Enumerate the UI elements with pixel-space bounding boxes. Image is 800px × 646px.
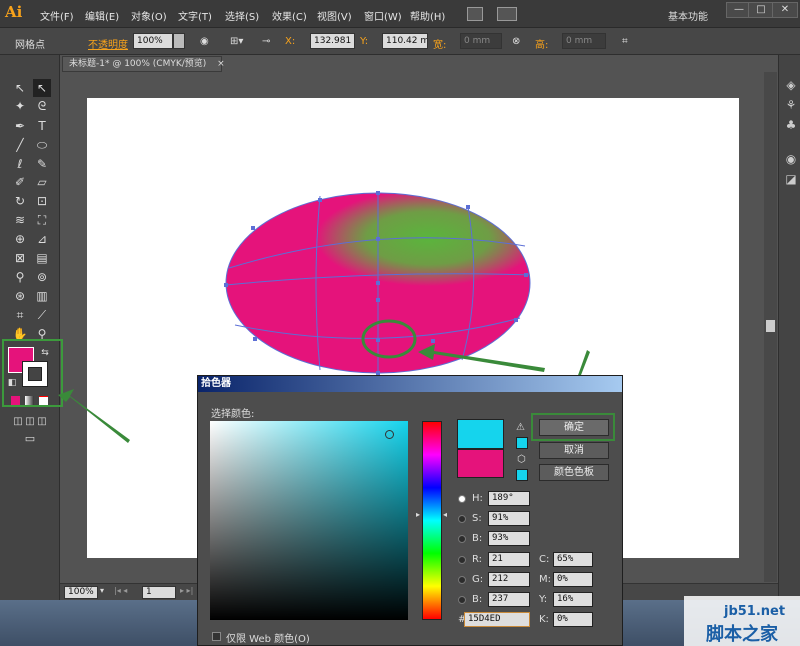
color-swatches-button[interactable]: 颜色色板 (539, 464, 609, 481)
fill-highlight-box (2, 339, 63, 407)
hue-slider[interactable] (422, 421, 442, 620)
old-color-preview[interactable] (457, 449, 504, 478)
gamut-swatch[interactable] (516, 437, 528, 449)
select-color-label: 选择颜色: (211, 409, 255, 420)
cancel-button[interactable]: 取消 (539, 442, 609, 459)
cyan-label: C: (539, 554, 550, 565)
zoom-input[interactable]: 100% (64, 586, 98, 599)
yellow-label: Y: (539, 594, 548, 605)
ok-button[interactable]: 确定 (539, 419, 609, 436)
zoom-dropdown-icon[interactable]: ▾ (100, 586, 104, 595)
new-color-preview (457, 419, 504, 449)
watermark: jb51.net 脚本之家 (684, 596, 800, 646)
color-field-cursor[interactable] (385, 430, 394, 439)
scroll-thumb[interactable] (766, 320, 775, 332)
first-page-icon[interactable]: |◂ ◂ (114, 586, 127, 595)
saturation-radio[interactable] (458, 515, 466, 523)
blue-radio[interactable] (458, 596, 466, 604)
next-page-icon[interactable]: ▸ ▸| (180, 586, 193, 595)
red-label: R: (472, 554, 483, 565)
arrow-to-fill (58, 389, 130, 443)
color-field[interactable] (210, 421, 408, 620)
blue-input[interactable]: 237 (488, 592, 530, 607)
saturation-input[interactable]: 91% (488, 511, 530, 526)
green-label: G: (472, 574, 484, 585)
yellow-input[interactable]: 16% (553, 592, 593, 607)
magenta-label: M: (539, 574, 551, 585)
hue-label: H: (472, 493, 483, 504)
out-of-gamut-warning-icon[interactable]: ⚠ (516, 422, 525, 433)
page-input[interactable]: 1 (142, 586, 176, 599)
dialog-title: 拾色器 (198, 376, 622, 392)
web-only-label: 仅限 Web 颜色(O) (226, 634, 310, 645)
color-picker-dialog: 拾色器 选择颜色: ▸ ◂ ⚠ ⬡ 确定 取消 颜色色板 H: 189° S: … (197, 375, 623, 646)
green-radio[interactable] (458, 576, 466, 584)
hue-slider-right-arrow[interactable]: ◂ (443, 510, 447, 519)
red-input[interactable]: 21 (488, 552, 530, 567)
magenta-input[interactable]: 0% (553, 572, 593, 587)
web-safe-swatch[interactable] (516, 469, 528, 481)
illustrator-window: Ai 文件(F) 编辑(E) 对象(O) 文字(T) 选择(S) 效果(C) 视… (0, 0, 800, 646)
hue-slider-left-arrow[interactable]: ▸ (416, 510, 420, 519)
brightness-input[interactable]: 93% (488, 531, 530, 546)
watermark-name: 脚本之家 (706, 624, 778, 645)
saturation-label: S: (472, 513, 482, 524)
brightness-label: B: (472, 533, 483, 544)
hex-input[interactable]: 15D4ED (464, 612, 530, 627)
watermark-site: jb51.net (724, 604, 786, 619)
cyan-input[interactable]: 65% (553, 552, 593, 567)
black-label: K: (539, 614, 549, 625)
red-radio[interactable] (458, 556, 466, 564)
black-input[interactable]: 0% (553, 612, 593, 627)
brightness-radio[interactable] (458, 535, 466, 543)
vertical-scrollbar[interactable] (764, 72, 777, 582)
blue-label: B: (472, 594, 483, 605)
hue-radio[interactable] (458, 495, 466, 503)
hue-input[interactable]: 189° (488, 491, 530, 506)
web-safe-warning-icon[interactable]: ⬡ (517, 454, 526, 465)
green-input[interactable]: 212 (488, 572, 530, 587)
web-only-checkbox[interactable] (212, 632, 221, 641)
